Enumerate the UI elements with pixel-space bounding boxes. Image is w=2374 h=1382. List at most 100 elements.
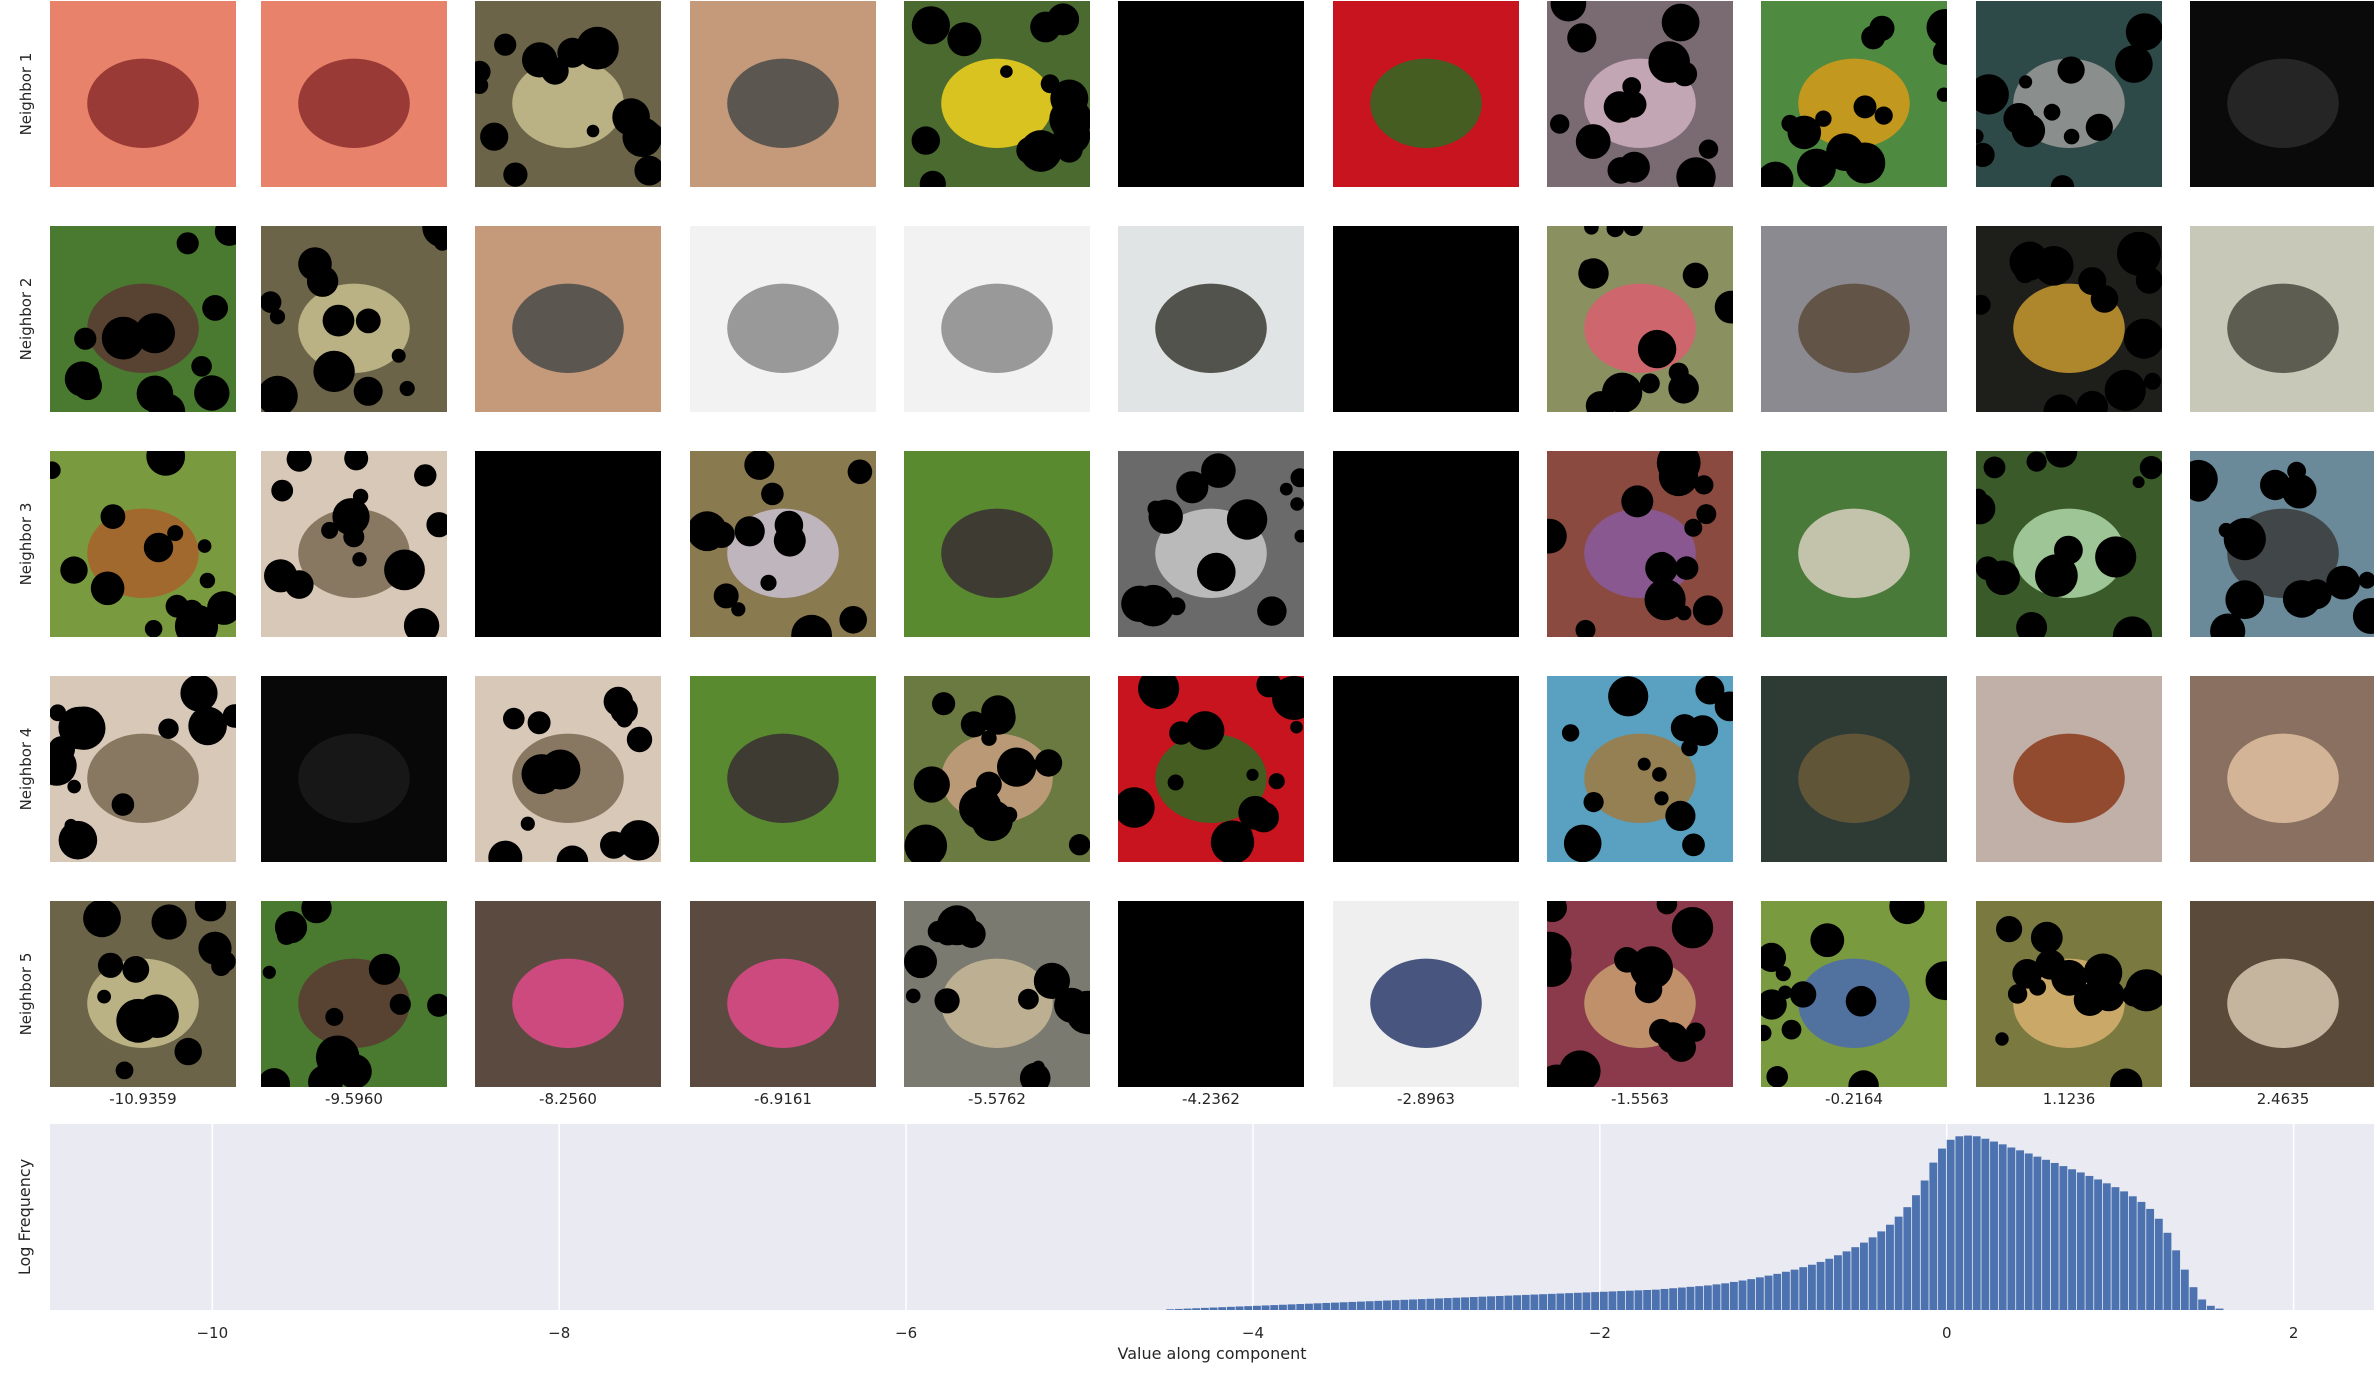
histogram-bar [1955, 1136, 1964, 1310]
histogram-bar [1530, 1294, 1539, 1310]
histogram-bar [1547, 1293, 1556, 1310]
histogram-bar [1686, 1286, 1695, 1310]
histogram-bar [2163, 1232, 2172, 1310]
x-tick-label: −4 [1242, 1324, 1264, 1342]
histogram-bar [1608, 1291, 1617, 1310]
histogram-bar [1478, 1296, 1487, 1310]
histogram-bar [1461, 1297, 1469, 1310]
histogram-bar [2068, 1169, 2077, 1310]
histogram-bar [1634, 1290, 1643, 1310]
histogram-bar [1938, 1148, 1946, 1310]
histogram-bar [1313, 1303, 1322, 1310]
histogram-bar [1842, 1251, 1851, 1310]
histogram-bar [1573, 1292, 1582, 1310]
histogram-bar [1452, 1297, 1461, 1310]
histogram-bar [1738, 1280, 1747, 1310]
histogram-bar [1920, 1180, 1929, 1310]
histogram-bar [1565, 1293, 1574, 1310]
histogram-bar [2189, 1287, 2198, 1310]
histogram-bar [1504, 1295, 1513, 1310]
histogram-bar [1851, 1247, 1860, 1310]
histogram-bar [1166, 1309, 1175, 1310]
histogram-bar [1174, 1308, 1183, 1310]
histogram-bar [2137, 1201, 2146, 1310]
x-tick-label: −2 [1589, 1324, 1611, 1342]
histogram-bar [1703, 1285, 1712, 1310]
histogram-bar [1781, 1271, 1790, 1310]
x-tick-label: −8 [548, 1324, 570, 1342]
histogram-bar [1799, 1267, 1808, 1310]
histogram-bar [1868, 1237, 1877, 1310]
histogram-bar [2128, 1196, 2137, 1310]
histogram-bar [1990, 1141, 1998, 1310]
histogram-bar [2016, 1150, 2024, 1310]
x-tick-label: 0 [1942, 1324, 1952, 1342]
histogram-bar [1651, 1289, 1660, 1310]
histogram-bar [1209, 1307, 1218, 1310]
histogram-bar [1747, 1279, 1756, 1310]
histogram-bar [1764, 1275, 1773, 1310]
histogram-bar [1391, 1300, 1400, 1310]
histogram-bar [1695, 1286, 1704, 1310]
histogram-bar [1244, 1306, 1253, 1310]
histogram-bar [1946, 1139, 1955, 1310]
histogram-bar [1435, 1298, 1443, 1310]
histogram-bar [2215, 1308, 2224, 1310]
histogram-bar [1677, 1287, 1686, 1310]
histogram-bar [1226, 1306, 1235, 1310]
histogram-bar [1964, 1135, 1972, 1310]
histogram-bar [1660, 1288, 1669, 1310]
x-tick-label: 2 [2289, 1324, 2299, 1342]
histogram-bar [1972, 1136, 1981, 1310]
histogram-bar [1981, 1138, 1990, 1310]
histogram-bar [2007, 1147, 2016, 1310]
histogram-bar [1278, 1304, 1287, 1310]
histogram-bar [2146, 1208, 2155, 1310]
histogram-bar [1322, 1302, 1331, 1310]
histogram-bar [1912, 1195, 1920, 1310]
histogram-bar [1339, 1302, 1348, 1310]
histogram-bar [2172, 1250, 2181, 1310]
histogram-bar [2198, 1299, 2207, 1310]
histogram-bar [1729, 1281, 1738, 1310]
histogram-bar [2033, 1156, 2042, 1310]
histogram-bar [1348, 1301, 1357, 1310]
histogram-bar [1218, 1307, 1227, 1310]
histogram-bar [1513, 1295, 1521, 1310]
histogram-bar [1816, 1261, 1825, 1310]
histogram-bar [1365, 1301, 1374, 1310]
histogram-bar [1825, 1258, 1834, 1310]
histogram-bar [1235, 1306, 1244, 1310]
histogram-bar [1305, 1303, 1313, 1310]
histogram-bar [2111, 1187, 2120, 1310]
histogram-bar [2050, 1162, 2059, 1310]
histogram-bar [1443, 1298, 1452, 1310]
histogram-bar [1625, 1290, 1634, 1310]
histogram-ylabel: Log Frequency [15, 1159, 34, 1275]
histogram-bar [1894, 1216, 1903, 1310]
histogram-bar [1755, 1277, 1764, 1310]
histogram-bar [2024, 1153, 2033, 1310]
histogram-bar [2154, 1218, 2163, 1310]
histogram-bar [1374, 1300, 1383, 1310]
histogram-bar [1521, 1294, 1530, 1310]
histogram-bar [1773, 1273, 1782, 1310]
histogram-bar [1807, 1264, 1816, 1310]
histogram-bar [1599, 1291, 1608, 1310]
histogram-bar [1287, 1304, 1296, 1310]
histogram-bar [1417, 1299, 1426, 1310]
histogram-bar [1617, 1291, 1626, 1310]
histogram-bar [1582, 1292, 1591, 1310]
x-tick-label: −6 [895, 1324, 917, 1342]
histogram-bar [2076, 1172, 2085, 1310]
histogram-chart: −10 −8 −6 −4 −2 0 2 Value along component Log … [15, 1124, 2374, 1363]
histogram-bar [1296, 1304, 1305, 1310]
histogram-bar [1495, 1295, 1504, 1310]
histogram-bar [1669, 1288, 1678, 1310]
histogram-bar [1877, 1231, 1886, 1310]
histogram-bar [2085, 1175, 2094, 1310]
histogram-bar [2094, 1179, 2103, 1310]
histogram-bar [1270, 1305, 1279, 1310]
histogram-bar [1643, 1290, 1652, 1310]
histogram-bar [1357, 1301, 1365, 1310]
